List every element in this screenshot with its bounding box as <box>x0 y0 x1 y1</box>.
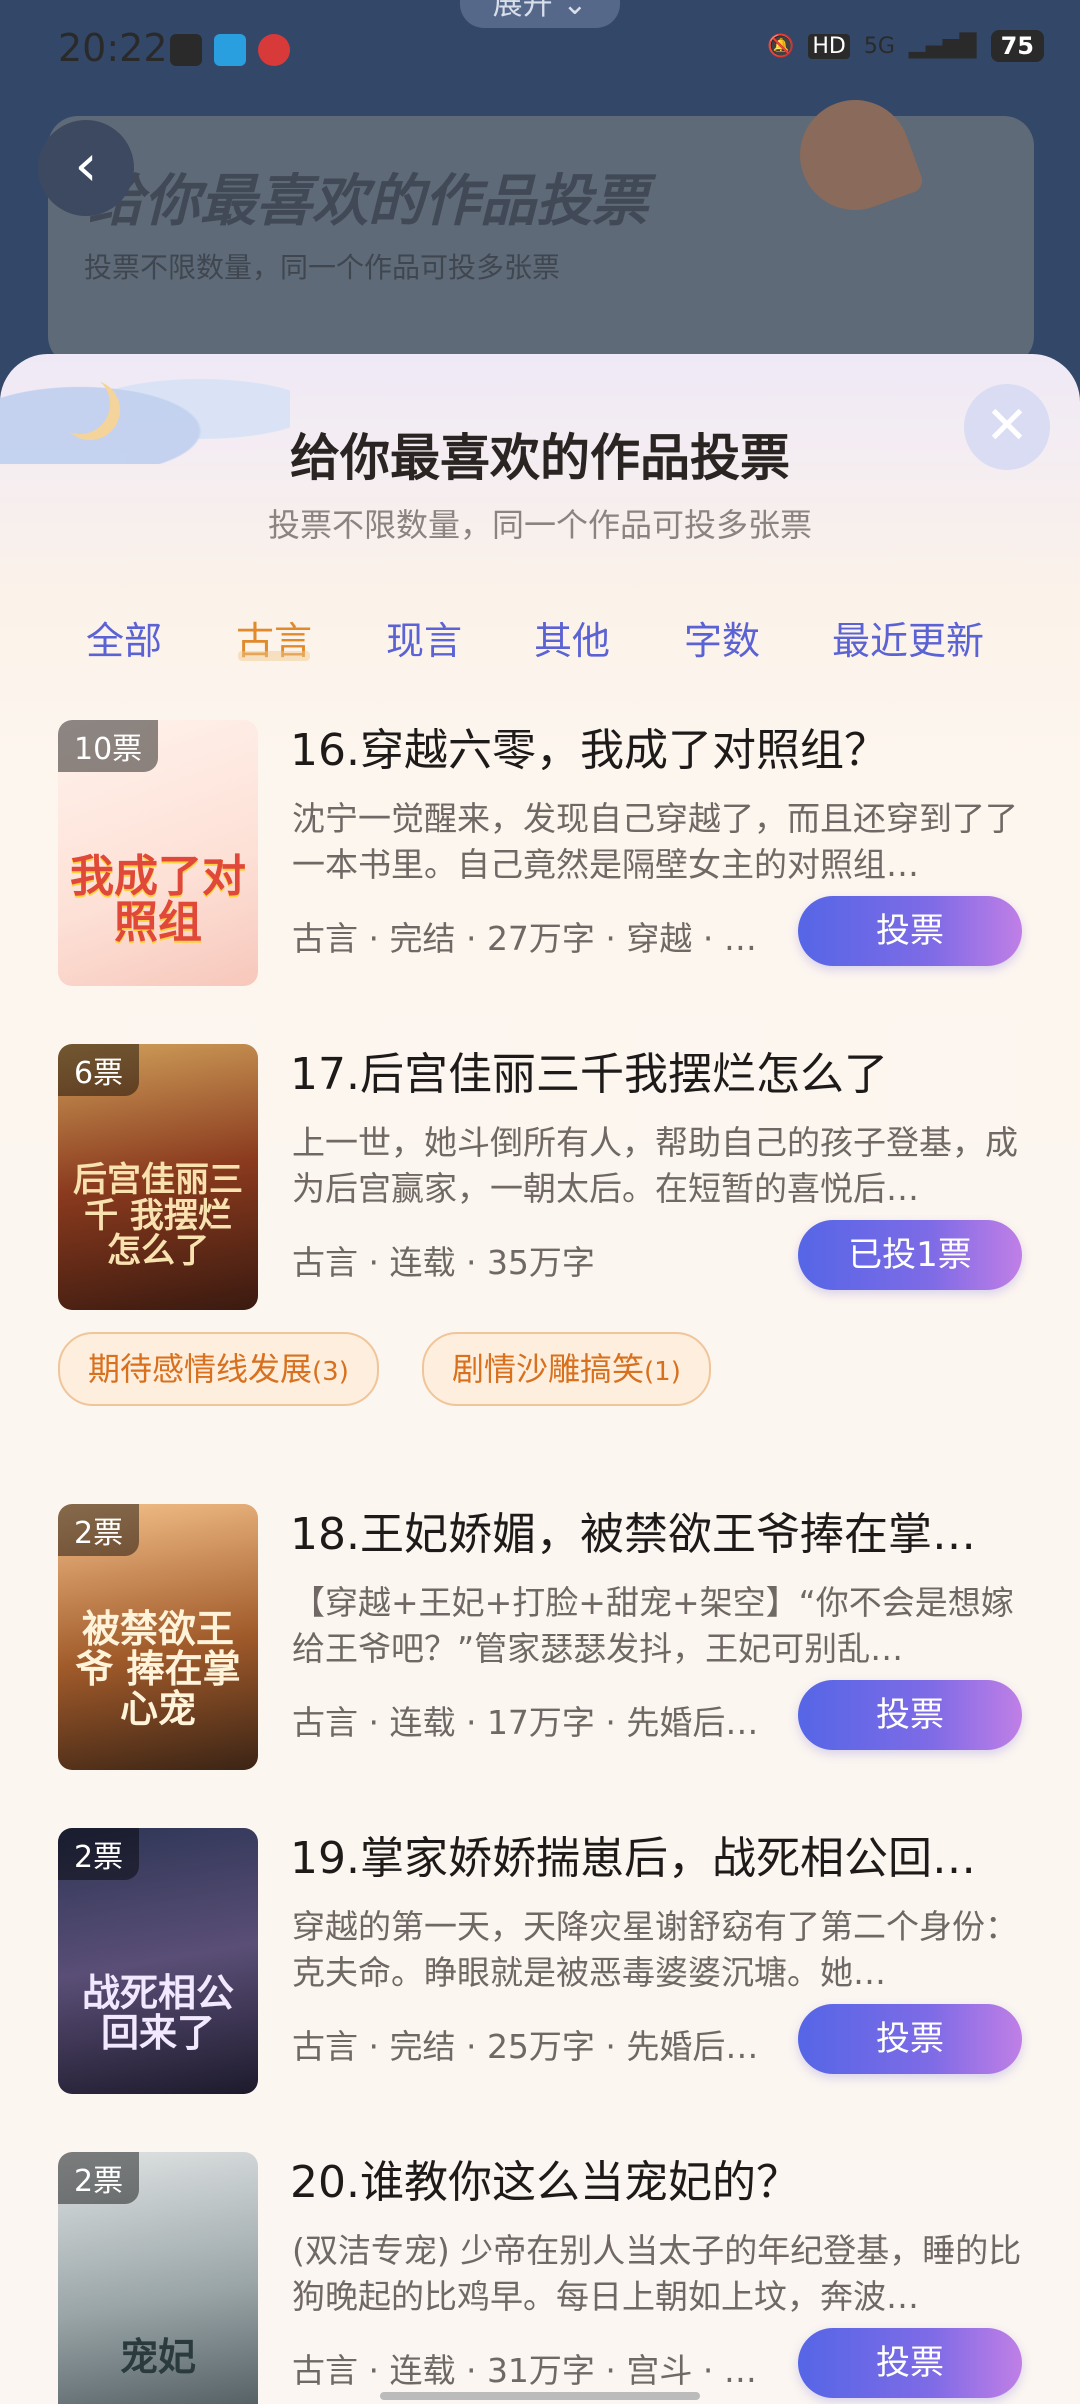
book-meta: 古言 · 完结 · 25万字 · 先婚后爱… <box>292 2027 762 2066</box>
book-cover[interactable]: 2票 被禁欲王爷 捧在掌心宠 <box>58 1504 258 1770</box>
tag-count: (3) <box>312 1357 349 1387</box>
cover-title-art: 战死相公 回来了 <box>81 1971 234 2056</box>
book-cover[interactable]: 2票 战死相公 回来了 <box>58 1828 258 2094</box>
tab-modern[interactable]: 现言 <box>386 610 462 665</box>
tab-ancient[interactable]: 古言 <box>236 610 312 665</box>
book-item[interactable]: 2票 战死相公 回来了 19.掌家娇娇揣崽后，战死相公回… 穿越的第一天，天降灾… <box>0 1828 1080 2098</box>
vote-sheet: ✕ 给你最喜欢的作品投票 投票不限数量，同一个作品可投多张票 全部 古言 现言 … <box>0 354 1080 2404</box>
home-indicator[interactable] <box>380 2392 700 2400</box>
vote-count-badge: 6票 <box>58 1044 140 1096</box>
background-banner-subtitle: 投票不限数量，同一个作品可投多张票 <box>84 251 561 284</box>
status-time: 20:22 <box>58 26 168 70</box>
chevron-left-icon: ‹ <box>74 131 98 199</box>
tag-chip[interactable]: 剧情沙雕搞笑(1) <box>422 1332 711 1406</box>
book-title[interactable]: 20.谁教你这么当宠妃的？ <box>290 2146 1020 2210</box>
book-cover[interactable]: 2票 宠妃 <box>58 2152 258 2404</box>
back-button[interactable]: ‹ <box>38 120 134 216</box>
book-item[interactable]: 2票 被禁欲王爷 捧在掌心宠 18.王妃娇媚，被禁欲王爷捧在掌… 【穿越+王妃+… <box>0 1504 1080 1774</box>
book-title[interactable]: 18.王妃娇媚，被禁欲王爷捧在掌… <box>290 1498 1020 1562</box>
tab-other[interactable]: 其他 <box>534 610 610 665</box>
book-description: 上一世，她斗倒所有人，帮助自己的孩子登基，成为后宫赢家，一朝太后。在短暂的喜悦后… <box>292 1123 1018 1208</box>
tab-recent-update[interactable]: 最近更新 <box>832 610 984 665</box>
vote-button[interactable]: 投票 <box>798 896 1022 966</box>
comment-tags: 期待感情线发展(3) 剧情沙雕搞笑(1) <box>58 1332 1058 1408</box>
vote-button[interactable]: 投票 <box>798 2328 1022 2398</box>
sheet-subtitle: 投票不限数量，同一个作品可投多张票 <box>267 506 812 544</box>
vote-count-badge: 10票 <box>58 720 159 772</box>
book-title[interactable]: 17.后宫佳丽三千我摆烂怎么了 <box>290 1038 1020 1102</box>
hd-icon: HD <box>808 33 850 59</box>
book-title[interactable]: 16.穿越六零，我成了对照组？ <box>290 714 1020 778</box>
telegram-icon <box>214 34 246 66</box>
sheet-title: 给你最喜欢的作品投票 <box>290 429 790 487</box>
vote-count-badge: 2票 <box>58 1504 140 1556</box>
tag-label: 剧情沙雕搞笑 <box>452 1350 645 1388</box>
voted-button[interactable]: 已投1票 <box>798 1220 1022 1290</box>
signal-icon: ▂▄▆█ <box>908 33 977 59</box>
cover-title-art: 我成了对照组 <box>70 850 246 948</box>
tab-word-count[interactable]: 字数 <box>684 610 760 665</box>
cover-title-art: 后宫佳丽三千 我摆烂怎么了 <box>73 1159 243 1272</box>
vote-count-badge: 2票 <box>58 2152 140 2204</box>
book-item[interactable]: 2票 宠妃 20.谁教你这么当宠妃的？ (双洁专宠) 少帝在别人当太子的年纪登基… <box>0 2152 1080 2404</box>
book-meta: 古言 · 连载 · 17万字 · 先婚后爱… <box>292 1703 762 1742</box>
book-meta: 古言 · 完结 · 27万字 · 穿越 · 金… <box>292 919 762 958</box>
vote-button[interactable]: 投票 <box>798 2004 1022 2074</box>
status-indicators: 🔕 HD 5G ▂▄▆█ 75 <box>767 30 1044 62</box>
message-icon <box>170 34 202 66</box>
book-description: 沈宁一觉醒来，发现自己穿越了，而且还穿到了了一本书里。自己竟然是隔壁女主的对照组… <box>292 799 1018 884</box>
tab-all[interactable]: 全部 <box>86 610 162 665</box>
category-tabs: 全部 古言 现言 其他 字数 最近更新 <box>0 610 1080 680</box>
tag-label: 期待感情线发展 <box>88 1350 313 1388</box>
vote-count-badge: 2票 <box>58 1828 140 1880</box>
book-cover[interactable]: 10票 我成了对照组 <box>58 720 258 986</box>
book-description: 穿越的第一天，天降灾星谢舒窈有了第二个身份：克夫命。睁眼就是被恶毒婆婆沉塘。她… <box>292 1907 1018 1992</box>
vote-button[interactable]: 投票 <box>798 1680 1022 1750</box>
tag-chip[interactable]: 期待感情线发展(3) <box>58 1332 379 1406</box>
cover-title-art: 宠妃 <box>119 2335 196 2380</box>
cover-title-art: 被禁欲王爷 捧在掌心宠 <box>75 1607 241 1732</box>
book-title[interactable]: 19.掌家娇娇揣崽后，战死相公回… <box>290 1822 1020 1886</box>
book-item[interactable]: 6票 后宫佳丽三千 我摆烂怎么了 17.后宫佳丽三千我摆烂怎么了 上一世，她斗倒… <box>0 1044 1080 1314</box>
mute-icon: 🔕 <box>766 33 795 59</box>
tag-count: (1) <box>644 1357 681 1387</box>
book-description: 【穿越+王妃+打脸+甜宠+架空】“你不会是想嫁给王爷吧？”管家瑟瑟发抖，王妃可别… <box>292 1583 1014 1668</box>
app-notification-icon <box>258 34 290 66</box>
background-banner-title: 给你最喜欢的作品投票 <box>88 169 648 234</box>
network-label: 5G <box>863 33 895 59</box>
book-item[interactable]: 10票 我成了对照组 16.穿越六零，我成了对照组？ 沈宁一觉醒来，发现自己穿越… <box>0 720 1080 990</box>
book-meta: 古言 · 连载 · 35万字 <box>292 1243 595 1282</box>
book-description: (双洁专宠) 少帝在别人当太子的年纪登基，睡的比狗晚起的比鸡早。每日上朝如上坟，… <box>292 2231 1022 2316</box>
book-meta: 古言 · 连载 · 31万字 · 宫斗 · 系… <box>292 2351 762 2390</box>
status-bar: 20:22 🔕 HD 5G ▂▄▆█ 75 <box>0 20 1080 80</box>
book-cover[interactable]: 6票 后宫佳丽三千 我摆烂怎么了 <box>58 1044 258 1310</box>
battery-level: 75 <box>990 30 1044 62</box>
